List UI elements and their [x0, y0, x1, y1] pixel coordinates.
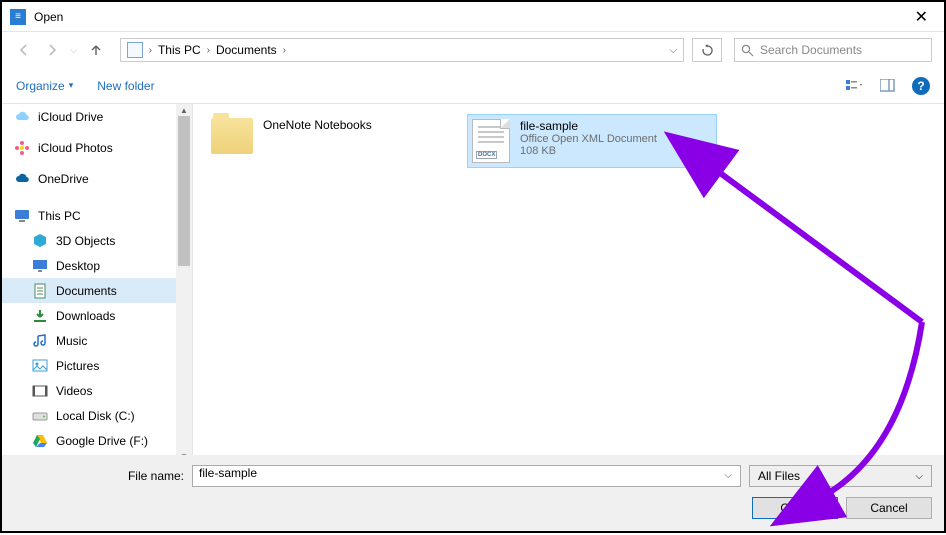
search-placeholder: Search Documents: [760, 43, 862, 57]
file-item-selected[interactable]: DOCX file-sample Office Open XML Documen…: [467, 114, 717, 168]
main-area: iCloud Drive iCloud Photos OneDrive This PC…: [2, 104, 944, 462]
title-bar: ≡ Open ✕: [2, 2, 944, 32]
doc-badge: DOCX: [476, 151, 497, 159]
file-type: Office Open XML Document: [520, 133, 657, 145]
up-button[interactable]: [86, 40, 106, 60]
chevron-down-icon: ▾: [69, 80, 74, 91]
toolbar: Organize ▾ New folder ?: [2, 68, 944, 104]
breadcrumb-current[interactable]: Documents: [216, 43, 277, 57]
video-icon: [32, 383, 48, 399]
sidebar-item-label: iCloud Drive: [38, 110, 103, 124]
search-icon: [741, 44, 754, 57]
organize-button[interactable]: Organize ▾: [16, 79, 73, 93]
view-mode-button[interactable]: [844, 77, 866, 95]
sidebar-item-google-drive-f-[interactable]: Google Drive (F:): [2, 428, 192, 453]
preview-pane-button[interactable]: [878, 77, 900, 95]
sidebar-item-label: Videos: [56, 384, 92, 398]
open-label: Open: [780, 501, 809, 515]
sidebar-item-this-pc[interactable]: This PC: [2, 203, 192, 228]
filename-value: file-sample: [199, 466, 257, 480]
new-folder-button[interactable]: New folder: [97, 79, 154, 93]
sidebar-item-label: Downloads: [56, 309, 115, 323]
monitor-icon: [14, 208, 30, 224]
sidebar-item-onedrive[interactable]: OneDrive: [2, 166, 192, 191]
sidebar-item-desktop[interactable]: Desktop: [2, 253, 192, 278]
sidebar-item-3d-objects[interactable]: 3D Objects: [2, 228, 192, 253]
gdrive-icon: [32, 433, 48, 449]
sidebar-item-documents[interactable]: Documents: [2, 278, 192, 303]
sidebar-item-icloud-photos[interactable]: iCloud Photos: [2, 135, 192, 160]
chevron-right-icon: ›: [149, 45, 152, 56]
desktop-icon: [32, 258, 48, 274]
doc-icon: [32, 283, 48, 299]
recent-chevron-icon[interactable]: ⌵: [70, 45, 78, 56]
sidebar-item-videos[interactable]: Videos: [2, 378, 192, 403]
music-icon: [32, 333, 48, 349]
sidebar-item-label: Documents: [56, 284, 117, 298]
app-icon: ≡: [10, 9, 26, 25]
cube-icon: [32, 233, 48, 249]
document-icon: DOCX: [472, 119, 510, 163]
scroll-up-icon[interactable]: ▲: [176, 104, 192, 116]
filename-input[interactable]: file-sample ⌵: [192, 465, 741, 487]
sidebar-item-label: Music: [56, 334, 87, 348]
folder-item[interactable]: OneNote Notebooks: [207, 114, 457, 158]
sidebar-item-local-disk-c-[interactable]: Local Disk (C:): [2, 403, 192, 428]
close-button[interactable]: ✕: [907, 7, 936, 27]
sidebar-item-label: Pictures: [56, 359, 99, 373]
sidebar-item-pictures[interactable]: Pictures: [2, 353, 192, 378]
sidebar-item-label: OneDrive: [38, 172, 89, 186]
sidebar-item-icloud-drive[interactable]: iCloud Drive: [2, 104, 192, 129]
chevron-down-icon[interactable]: ⌵: [669, 45, 677, 56]
search-input[interactable]: Search Documents: [734, 38, 932, 62]
filename-label: File name:: [14, 469, 184, 483]
chevron-down-icon[interactable]: ⌵: [724, 470, 732, 481]
sidebar-item-music[interactable]: Music: [2, 328, 192, 353]
address-bar[interactable]: › This PC › Documents › ⌵: [120, 38, 684, 62]
back-button[interactable]: [14, 40, 34, 60]
filetype-select[interactable]: All Files ⌵: [749, 465, 932, 487]
open-button[interactable]: Open: [752, 497, 838, 519]
file-size: 108 KB: [520, 145, 657, 157]
chevron-down-icon: ⌵: [915, 471, 923, 482]
flower-icon: [14, 140, 30, 156]
scroll-thumb[interactable]: [178, 116, 190, 266]
cloud-icon: [14, 171, 30, 187]
refresh-button[interactable]: [692, 38, 722, 62]
location-icon: [127, 42, 143, 58]
picture-icon: [32, 358, 48, 374]
file-name: file-sample: [520, 119, 657, 133]
scrollbar[interactable]: ▲ ▼: [176, 104, 192, 462]
folder-name: OneNote Notebooks: [263, 118, 372, 132]
sidebar-item-label: This PC: [38, 209, 81, 223]
disk-icon: [32, 408, 48, 424]
help-button[interactable]: ?: [912, 77, 930, 95]
nav-bar: ⌵ › This PC › Documents › ⌵ Search Docum…: [2, 32, 944, 68]
window-title: Open: [34, 10, 63, 24]
cloud-icon: [14, 109, 30, 125]
sidebar-item-label: Local Disk (C:): [56, 409, 135, 423]
bottom-bar: File name: file-sample ⌵ All Files ⌵ Ope…: [2, 455, 944, 531]
sidebar-item-downloads[interactable]: Downloads: [2, 303, 192, 328]
organize-label: Organize: [16, 79, 65, 93]
breadcrumb-root[interactable]: This PC: [158, 43, 201, 57]
download-icon: [32, 308, 48, 324]
folder-icon: [211, 118, 253, 154]
file-list[interactable]: OneNote Notebooks DOCX file-sample Offic…: [193, 104, 944, 462]
cancel-button[interactable]: Cancel: [846, 497, 932, 519]
filter-label: All Files: [758, 469, 800, 483]
sidebar-item-label: Desktop: [56, 259, 100, 273]
chevron-right-icon: ›: [207, 45, 210, 56]
sidebar: iCloud Drive iCloud Photos OneDrive This PC…: [2, 104, 193, 462]
chevron-right-icon: ›: [283, 45, 286, 56]
sidebar-item-label: 3D Objects: [56, 234, 115, 248]
sidebar-item-label: Google Drive (F:): [56, 434, 148, 448]
forward-button[interactable]: [42, 40, 62, 60]
sidebar-item-label: iCloud Photos: [38, 141, 113, 155]
